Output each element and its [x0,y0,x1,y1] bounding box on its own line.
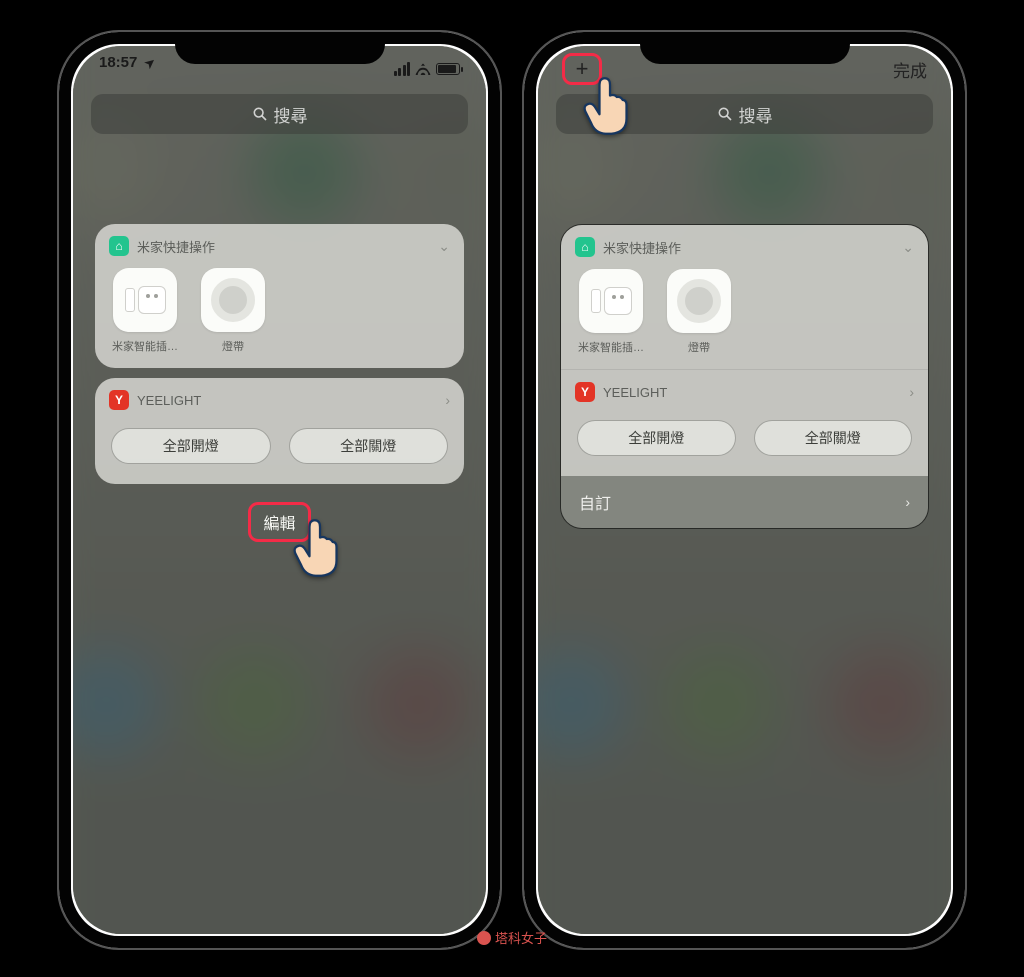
light-strip-icon [211,278,255,322]
tile-label: 燈帶 [663,339,735,355]
widget-mijia[interactable]: ⌂ 米家快捷操作 ⌄ 米家智能插… 燈帶 [561,225,928,369]
notch [640,32,850,64]
search-input[interactable]: 搜尋 [556,94,933,134]
screen-left: 18:57 ➤ 搜尋 ⌂ 米 [73,46,486,934]
mijia-app-icon: ⌂ [109,236,129,256]
yeelight-all-off-button[interactable]: 全部關燈 [754,420,913,456]
location-icon: ➤ [141,54,158,71]
mijia-app-icon: ⌂ [575,237,595,257]
chevron-right-icon[interactable]: › [909,384,914,400]
mijia-tile-lightstrip[interactable]: 燈帶 [663,269,735,355]
customize-row[interactable]: 自訂 › [561,476,928,528]
battery-icon [436,63,460,75]
widget-yeelight[interactable]: Y YEELIGHT › 全部開燈 全部關燈 [95,378,464,484]
search-placeholder: 搜尋 [274,102,308,127]
chevron-down-icon[interactable]: ⌄ [902,239,914,256]
widget-yeelight-title: YEELIGHT [137,393,201,408]
widget-mijia-title: 米家快捷操作 [137,237,215,256]
watermark-text: 塔科女子 [495,928,547,947]
yeelight-all-off-button[interactable]: 全部關燈 [289,428,449,464]
signal-icon [394,62,411,76]
widget-yeelight-title: YEELIGHT [603,385,667,400]
search-icon [252,106,268,122]
notch [175,32,385,64]
search-placeholder: 搜尋 [739,102,773,127]
edit-button[interactable]: 編輯 [248,502,310,542]
search-icon [717,106,733,122]
yeelight-all-on-button[interactable]: 全部開燈 [111,428,271,464]
tile-label: 米家智能插… [109,338,181,354]
widget-yeelight[interactable]: Y YEELIGHT › 全部開燈 全部關燈 [561,369,928,476]
yeelight-app-icon: Y [109,390,129,410]
mijia-tile-plug[interactable]: 米家智能插… [109,268,181,354]
watermark: 塔科女子 [477,928,547,947]
add-widget-button[interactable]: + [562,53,602,85]
tile-label: 米家智能插… [575,339,647,355]
status-time: 18:57 ➤ [99,54,155,84]
smart-plug-icon [122,281,168,319]
phone-left: 18:57 ➤ 搜尋 ⌂ 米 [57,30,502,950]
watermark-icon [477,931,491,945]
widget-mijia-title: 米家快捷操作 [603,238,681,257]
mijia-tile-lightstrip[interactable]: 燈帶 [197,268,269,354]
chevron-down-icon[interactable]: ⌄ [438,238,450,255]
yeelight-app-icon: Y [575,382,595,402]
customize-label: 自訂 [579,490,611,514]
tile-label: 燈帶 [197,338,269,354]
phone-right: + 完成 搜尋 ⌂ 米家快捷操作 [522,30,967,950]
screen-right: + 完成 搜尋 ⌂ 米家快捷操作 [538,46,951,934]
mijia-tile-plug[interactable]: 米家智能插… [575,269,647,355]
yeelight-all-on-button[interactable]: 全部開燈 [577,420,736,456]
done-button[interactable]: 完成 [893,57,927,82]
smart-plug-icon [588,282,634,320]
chevron-right-icon[interactable]: › [445,392,450,408]
light-strip-icon [677,279,721,323]
chevron-right-icon: › [905,494,910,510]
wifi-icon [415,63,431,75]
search-input[interactable]: 搜尋 [91,94,468,134]
widget-mijia[interactable]: ⌂ 米家快捷操作 ⌄ 米家智能插… 燈帶 [95,224,464,368]
